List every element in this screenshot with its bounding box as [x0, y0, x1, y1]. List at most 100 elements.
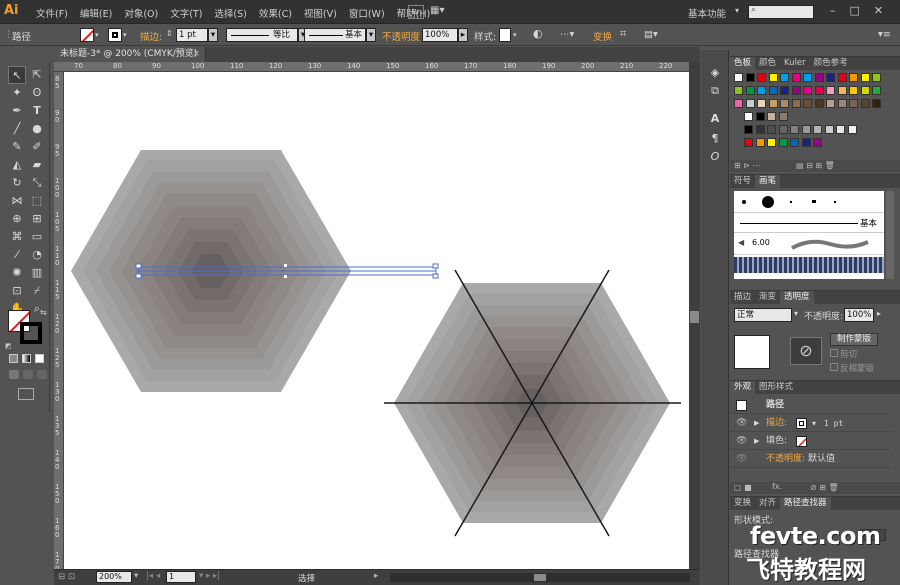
color-swatch[interactable]	[824, 125, 834, 134]
menu-object[interactable]: 对象(O)	[124, 6, 158, 20]
color-swatch[interactable]	[767, 112, 776, 121]
color-swatch[interactable]	[803, 86, 812, 95]
tab-transform[interactable]: 变换	[730, 497, 755, 510]
stroke-dropdown-icon[interactable]: ▾	[123, 31, 127, 39]
color-swatch[interactable]	[744, 138, 753, 147]
color-swatch[interactable]	[790, 138, 799, 147]
clip-checkbox[interactable]	[830, 349, 838, 357]
appearance-tools-icons[interactable]: ⊘ ⊞ 🗑	[810, 483, 839, 492]
color-swatch[interactable]	[757, 73, 766, 82]
color-swatch[interactable]	[847, 125, 857, 134]
tab-color-guide[interactable]: 颜色参考	[810, 57, 852, 70]
opacity-panel-input[interactable]: 100%	[844, 308, 874, 322]
color-swatch[interactable]	[836, 125, 845, 134]
tab-pathfinder[interactable]: 路径查找器	[780, 497, 831, 510]
lasso-tool-icon[interactable]: ʘ	[28, 84, 46, 102]
appearance-title-row[interactable]: 路径	[730, 397, 890, 414]
color-swatch[interactable]	[860, 73, 870, 82]
align-options-icon[interactable]: ⋯▾	[560, 29, 574, 40]
style-dropdown-icon[interactable]: ▾	[513, 31, 517, 39]
color-swatch[interactable]	[755, 125, 765, 134]
menu-window[interactable]: 窗口(W)	[349, 6, 385, 20]
color-swatch[interactable]	[849, 73, 858, 82]
recolor-artwork-icon[interactable]: ◐	[533, 27, 543, 40]
color-button[interactable]	[9, 354, 18, 363]
make-mask-button[interactable]: 制作蒙版	[830, 333, 878, 346]
tab-swatches[interactable]: 色板	[730, 57, 756, 70]
color-swatch[interactable]	[757, 99, 766, 108]
color-swatch[interactable]	[745, 99, 755, 108]
pencil-tool-icon[interactable]: ✐	[28, 138, 46, 156]
first-artboard-icon[interactable]: |◂ ◂	[146, 571, 160, 581]
layers-icon[interactable]: ◈	[707, 66, 723, 82]
brush-basic-row[interactable]: 基本	[734, 213, 884, 233]
isolate-icon[interactable]: ⌗	[620, 27, 626, 41]
character-icon[interactable]: A	[707, 112, 723, 128]
shape-builder-tool-icon[interactable]: ⊕	[8, 210, 26, 228]
blend-mode-dropdown-icon[interactable]: ▾	[794, 309, 798, 318]
blend-tool-icon[interactable]: ◔	[28, 246, 46, 264]
color-swatch[interactable]	[744, 125, 753, 134]
draw-inside-icon[interactable]	[37, 370, 47, 379]
color-swatch[interactable]	[768, 99, 778, 108]
none-button[interactable]	[35, 354, 44, 363]
horizontal-scrollbar[interactable]	[390, 573, 690, 582]
artwork-canvas[interactable]	[64, 72, 689, 569]
swatch-library-icon[interactable]: ⊞ ⊳ ⋯	[734, 161, 761, 170]
menu-select[interactable]: 选择(S)	[214, 6, 246, 20]
stroke-color-box[interactable]	[20, 322, 42, 344]
color-swatch[interactable]	[791, 73, 801, 82]
color-swatch[interactable]	[778, 138, 788, 147]
perspective-grid-tool-icon[interactable]: ⊞	[28, 210, 46, 228]
color-swatch[interactable]	[814, 86, 824, 95]
stroke-stepper-icon[interactable]: ⇕	[166, 29, 173, 38]
fill-swatch[interactable]	[80, 28, 94, 42]
color-swatch[interactable]	[849, 86, 858, 95]
menu-file[interactable]: 文件(F)	[36, 6, 68, 20]
workspace-switcher[interactable]: 基本功能	[688, 6, 726, 20]
mesh-tool-icon[interactable]: ⌘	[8, 228, 26, 246]
opentype-icon[interactable]: O	[707, 150, 723, 166]
status-menu-icon[interactable]: ▸	[374, 571, 378, 581]
color-swatch[interactable]	[814, 73, 824, 82]
eraser-tool-icon[interactable]: ▰	[28, 156, 46, 174]
horizontal-ruler[interactable]: 70 80 90 100 110 120 130 140 150 160 170…	[54, 62, 689, 72]
swap-colors-icon[interactable]: ⇆	[40, 308, 47, 317]
appearance-fill-row[interactable]: 👁 ▶ 填色:	[730, 433, 890, 450]
eyedropper-tool-icon[interactable]: ⁄	[8, 246, 26, 264]
tab-align[interactable]: 对齐	[755, 497, 780, 510]
color-swatch[interactable]	[744, 112, 753, 121]
stroke-weight-dropdown[interactable]: ▾	[208, 28, 218, 42]
color-swatch[interactable]	[767, 138, 776, 147]
pen-tool-icon[interactable]: ✒	[8, 102, 26, 120]
color-swatch[interactable]	[801, 125, 811, 134]
expand-arrow-icon[interactable]: ▶	[754, 415, 759, 432]
tab-brushes[interactable]: 画笔	[755, 175, 781, 188]
color-swatch[interactable]	[860, 86, 870, 95]
color-swatch[interactable]	[837, 99, 847, 108]
visibility-eye-icon[interactable]: 👁	[736, 415, 747, 432]
type-tool-icon[interactable]: T	[28, 102, 46, 120]
zoom-dropdown-icon[interactable]: ▾	[134, 571, 138, 581]
current-tool-status[interactable]: 选择	[298, 572, 315, 584]
arrange-icon[interactable]: ▤▾	[644, 29, 658, 40]
draw-normal-icon[interactable]	[9, 370, 19, 379]
color-swatch[interactable]	[791, 86, 801, 95]
brush-scrollbar[interactable]	[886, 191, 894, 279]
color-swatch[interactable]	[826, 73, 835, 82]
opacity-input[interactable]: 100%	[422, 28, 458, 42]
color-swatch[interactable]	[826, 86, 835, 95]
maximize-icon[interactable]: □	[850, 4, 860, 17]
color-swatch[interactable]	[778, 112, 788, 121]
color-swatch[interactable]	[768, 86, 778, 95]
tab-transparency[interactable]: 透明度	[780, 291, 814, 304]
artboard-tool-icon[interactable]: ⊡	[8, 282, 26, 300]
color-swatch[interactable]	[745, 73, 755, 82]
stroke-label[interactable]: 描边:	[140, 29, 162, 43]
h-scroll-thumb[interactable]	[534, 574, 546, 581]
color-swatch[interactable]	[791, 99, 801, 108]
transform-link[interactable]: 变换	[593, 29, 612, 43]
gradient-button[interactable]	[22, 354, 31, 363]
visibility-eye-icon[interactable]: 👁	[736, 451, 747, 468]
stroke-dropdown-icon[interactable]: ▾	[812, 415, 816, 432]
